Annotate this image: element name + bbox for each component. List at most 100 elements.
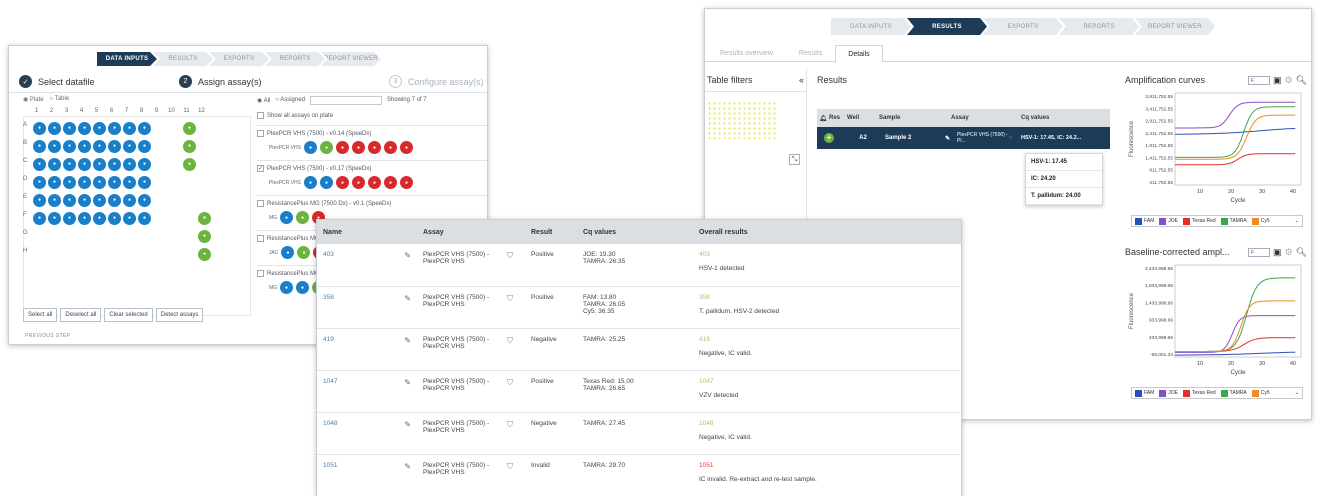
plate-well[interactable]: ● [48, 121, 61, 135]
channel-dot[interactable]: ● [280, 211, 294, 224]
channel-dot[interactable]: ● [319, 176, 333, 189]
plate-well[interactable]: ● [78, 157, 91, 171]
channel-dot[interactable]: ● [296, 211, 310, 224]
channel-dot[interactable]: ● [297, 246, 311, 259]
plate-well[interactable]: ● [33, 139, 46, 153]
legend-item[interactable]: JOE [1159, 389, 1178, 397]
step-reports[interactable]: REPORTS [1059, 18, 1139, 35]
select-all-button[interactable]: Select all [23, 308, 58, 322]
sample-name[interactable]: 1047 [323, 378, 337, 385]
settings-icon[interactable]: ⚙ [1284, 247, 1292, 258]
column-header[interactable]: Cq values [577, 220, 693, 244]
chevron-down-icon[interactable]: ⌄ [1295, 218, 1299, 224]
assay-search-input[interactable] [309, 95, 382, 105]
channel-dot[interactable]: ● [281, 246, 295, 259]
plate-well[interactable]: ● [138, 121, 151, 135]
plate-well[interactable]: ● [48, 175, 61, 189]
wizard-step[interactable]: 2 Assign assay(s) [169, 71, 329, 92]
plate-well[interactable]: ● [93, 121, 106, 135]
assay-item[interactable]: ✓ PlexPCR VHS (7500) - v0.17 (SpeeDx) [257, 160, 487, 172]
pencil-icon[interactable]: ✎ [404, 294, 411, 303]
cq-cell[interactable]: HSV-1: 17.45, IC: 24.2... [1021, 135, 1101, 141]
tab-results[interactable]: Results [786, 45, 835, 61]
settings-icon[interactable]: ⚙ [1284, 75, 1292, 86]
plate-well[interactable]: ● [123, 193, 136, 207]
filter-select[interactable]: F [1247, 247, 1270, 257]
sample-name-cell[interactable]: ✎ 1047 [317, 370, 417, 413]
deselect-all-button[interactable]: Deselect all [60, 308, 102, 322]
plate-well[interactable]: ● [33, 175, 46, 189]
plate-well[interactable]: ● [93, 211, 106, 225]
checkbox-icon[interactable] [257, 270, 264, 277]
filter-all-radio[interactable]: ◉ All [257, 97, 270, 104]
wizard-step[interactable]: 3 Configure assay(s) [329, 71, 487, 92]
channel-dot[interactable]: ● [399, 141, 413, 154]
pencil-icon[interactable]: ✎ [404, 336, 411, 345]
plate-well[interactable]: ● [33, 211, 46, 225]
plate-well[interactable]: ● [198, 229, 211, 243]
zoom-icon[interactable]: 🔍︎ [1296, 247, 1307, 258]
amplification-plot[interactable]: Fluorescence 3,911,752.55 3,411,752.55 2,91… [1125, 87, 1307, 213]
col-well[interactable]: Well [847, 115, 879, 121]
mini-plate-map[interactable] [707, 101, 777, 139]
step-exports[interactable]: EXPORTS [209, 52, 269, 66]
plate-well[interactable]: ● [138, 139, 151, 153]
plate-well[interactable]: ● [123, 139, 136, 153]
step-data-inputs[interactable]: DATA INPUTS [97, 52, 157, 66]
add-icon[interactable]: + [824, 133, 834, 143]
channel-dot[interactable]: ● [351, 141, 365, 154]
plate-well[interactable]: ● [138, 157, 151, 171]
sample-name-cell[interactable]: ✎ 1051 [317, 454, 417, 496]
save-icon[interactable]: ▣ [1273, 75, 1282, 86]
table-row[interactable]: ✎ 1048 ⛉ PlexPCR VHS (7500) - PlexPCR VHS Ne… [317, 412, 961, 455]
plate-well[interactable]: ● [63, 175, 76, 189]
previous-step-link[interactable]: PREVIOUS STEP [25, 333, 71, 339]
sample-name[interactable]: 358 [323, 294, 334, 301]
plate-well[interactable]: ● [123, 121, 136, 135]
plate-well[interactable]: ● [63, 157, 76, 171]
legend-item[interactable]: Texas Red [1183, 217, 1216, 225]
plate-well[interactable]: ● [63, 193, 76, 207]
legend-item[interactable]: Texas Red [1183, 389, 1216, 397]
col-sample[interactable]: Sample [879, 115, 951, 121]
pencil-icon[interactable]: ✎ [404, 251, 411, 260]
assay-item[interactable]: PlexPCR VHS (7500) - v0.14 (SpeeDx) [257, 125, 487, 137]
table-row[interactable]: ✎ 403 ⛉ PlexPCR VHS (7500) - PlexPCR VHS Pos… [317, 244, 961, 287]
legend-item[interactable]: JOE [1159, 217, 1178, 225]
step-reports[interactable]: REPORTS [265, 52, 325, 66]
plate-well[interactable]: ● [93, 175, 106, 189]
plate-well[interactable]: ● [78, 121, 91, 135]
legend-item[interactable]: Cy5 [1251, 389, 1270, 397]
plate-tab[interactable]: ◉ Plate [23, 96, 44, 103]
detect-assays-button[interactable]: Detect assays [155, 308, 204, 322]
sample-name-cell[interactable]: ✎ 358 [317, 286, 417, 329]
sample-name[interactable]: 1048 [323, 420, 337, 427]
plate-well[interactable]: ● [78, 139, 91, 153]
step-data-inputs[interactable]: DATA INPUTS [831, 18, 911, 35]
plate-well[interactable]: ● [138, 211, 151, 225]
legend-item[interactable]: Cy5 [1251, 217, 1270, 225]
collapse-icon[interactable]: « [799, 75, 804, 85]
channel-dot[interactable]: ● [335, 141, 349, 154]
sample-name-cell[interactable]: ✎ 403 [317, 244, 417, 287]
channel-dot[interactable]: ● [319, 141, 333, 154]
table-row[interactable]: ✎ 1047 ⛉ PlexPCR VHS (7500) - PlexPCR VHS Po… [317, 370, 961, 413]
checkbox-icon[interactable] [257, 235, 264, 242]
sample-name[interactable]: 1051 [323, 462, 337, 469]
plate-well[interactable]: ● [108, 175, 121, 189]
sample-name[interactable]: 403 [323, 251, 334, 258]
col-res[interactable]: Res [829, 115, 847, 121]
legend-item[interactable]: FAM [1135, 217, 1154, 225]
channel-dot[interactable]: ● [335, 176, 349, 189]
table-tab[interactable]: ○ Table [50, 96, 70, 103]
baseline-plot[interactable]: Fluorescence 2,433,998.66 1,933,998.66 1,43… [1125, 259, 1307, 385]
pencil-icon[interactable]: ✎ [404, 378, 411, 387]
plate-well[interactable]: ● [78, 175, 91, 189]
plate-well[interactable]: ● [33, 121, 46, 135]
step-report-viewer[interactable]: REPORT VIEWER [321, 52, 381, 66]
channel-dot[interactable]: ● [351, 176, 365, 189]
sample-name-cell[interactable]: ✎ 1048 [317, 412, 417, 455]
channel-dot[interactable]: ● [367, 141, 381, 154]
wizard-step[interactable]: ✓ Select datafile [9, 71, 169, 92]
channel-dot[interactable]: ● [303, 176, 317, 189]
